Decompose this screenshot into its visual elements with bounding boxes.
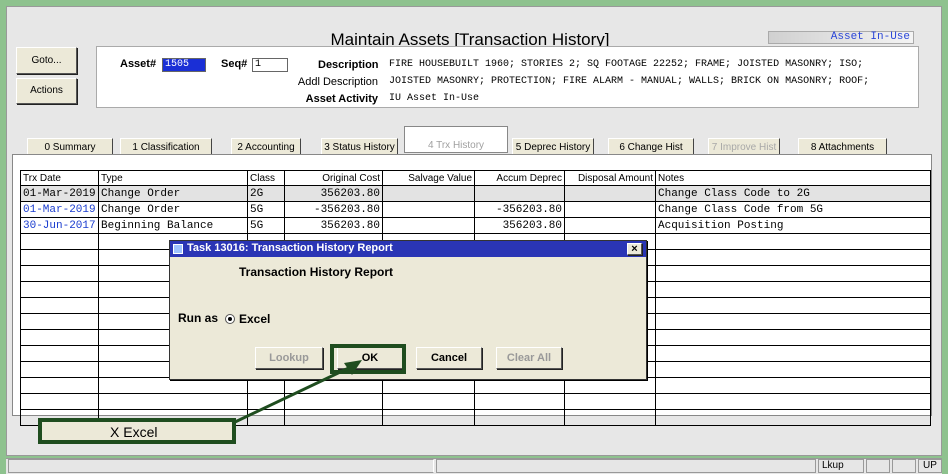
- cell-class[interactable]: 5G: [247, 217, 285, 234]
- cell-accum-deprec[interactable]: -356203.80: [474, 201, 565, 218]
- cell-original-cost[interactable]: 356203.80: [284, 185, 383, 202]
- table-row[interactable]: 30-Jun-2017 Beginning Balance 5G 356203.…: [20, 217, 931, 234]
- header-notes[interactable]: Notes: [655, 170, 931, 186]
- cell-accum-deprec[interactable]: [474, 185, 565, 202]
- cell-original-cost[interactable]: -356203.80: [284, 201, 383, 218]
- cell-class[interactable]: 2G: [247, 185, 285, 202]
- header-accum-deprec[interactable]: Accum Deprec: [474, 170, 565, 186]
- dialog-heading: Transaction History Report: [239, 265, 394, 279]
- cell-accum-deprec[interactable]: 356203.80: [474, 217, 565, 234]
- status-cell: [866, 459, 890, 473]
- addl-description-label: Addl Description: [297, 76, 378, 88]
- cell-salvage-value[interactable]: [382, 201, 475, 218]
- cell-notes[interactable]: Change Class Code from 5G: [655, 201, 931, 218]
- seq-number-field[interactable]: 1: [252, 58, 288, 72]
- tab-trx-history[interactable]: 4 Trx History: [404, 126, 508, 153]
- excel-radio[interactable]: [225, 314, 235, 324]
- dialog-app-icon: [173, 244, 183, 254]
- radio-dot-icon: [228, 317, 232, 321]
- header-class[interactable]: Class: [247, 170, 285, 186]
- excel-callout: X Excel: [38, 418, 236, 444]
- cell-disposal-amount[interactable]: [564, 185, 656, 202]
- goto-button[interactable]: Goto...: [16, 47, 77, 74]
- cell-date[interactable]: 30-Jun-2017: [20, 217, 99, 234]
- header-disposal-amount[interactable]: Disposal Amount: [564, 170, 656, 186]
- asset-activity-value: IU Asset In-Use: [389, 93, 480, 104]
- cell-date[interactable]: 01-Mar-2019: [20, 185, 99, 202]
- cell-type[interactable]: Change Order: [98, 201, 248, 218]
- dialog-close-button[interactable]: ×: [627, 243, 642, 255]
- cell-notes[interactable]: Change Class Code to 2G: [655, 185, 931, 202]
- cell-date[interactable]: 01-Mar-2019: [20, 201, 99, 218]
- cell-disposal-amount[interactable]: [564, 217, 656, 234]
- cell-salvage-value[interactable]: [382, 217, 475, 234]
- cell-notes[interactable]: Acquisition Posting: [655, 217, 931, 234]
- table-header-row: Trx Date Type Class Original Cost Salvag…: [20, 170, 931, 186]
- description-label: Description: [318, 59, 379, 71]
- dialog-title: Task 13016: Transaction History Report: [187, 242, 393, 254]
- cell-type[interactable]: Change Order: [98, 185, 248, 202]
- callout-text: X Excel: [110, 424, 158, 440]
- description-value: FIRE HOUSEBUILT 1960; STORIES 2; SQ FOOT…: [389, 59, 864, 70]
- seq-label: Seq#: [221, 58, 248, 70]
- run-as-label: Run as: [178, 311, 219, 325]
- status-cell: [892, 459, 916, 473]
- table-row[interactable]: 01-Mar-2019 Change Order 2G 356203.80 Ch…: [20, 185, 931, 202]
- lookup-indicator: Lkup: [818, 459, 864, 473]
- clear-all-button[interactable]: Clear All: [496, 347, 562, 369]
- addl-description-value: JOISTED MASONRY; PROTECTION; FIRE ALARM …: [389, 76, 870, 87]
- cell-disposal-amount[interactable]: [564, 201, 656, 218]
- header-trx-date[interactable]: Trx Date: [20, 170, 99, 186]
- cancel-button[interactable]: Cancel: [416, 347, 482, 369]
- table-row-empty[interactable]: [20, 393, 931, 410]
- status-cell: [436, 459, 816, 473]
- asset-number-field[interactable]: 1505: [162, 58, 206, 72]
- cell-type[interactable]: Beginning Balance: [98, 217, 248, 234]
- asset-label: Asset#: [120, 58, 157, 70]
- table-row[interactable]: 01-Mar-2019 Change Order 5G -356203.80 -…: [20, 201, 931, 218]
- up-indicator: UP: [918, 459, 942, 473]
- asset-activity-label: Asset Activity: [305, 93, 378, 105]
- excel-radio-label[interactable]: Excel: [239, 312, 270, 326]
- status-cell: [8, 459, 434, 473]
- dialog-titlebar: Task 13016: Transaction History Report ×: [170, 241, 646, 257]
- status-badge: Asset In-Use: [768, 31, 914, 44]
- header-type[interactable]: Type: [98, 170, 248, 186]
- actions-button[interactable]: Actions: [16, 78, 77, 104]
- cell-salvage-value[interactable]: [382, 185, 475, 202]
- cell-class[interactable]: 5G: [247, 201, 285, 218]
- header-salvage-value[interactable]: Salvage Value: [382, 170, 475, 186]
- header-original-cost[interactable]: Original Cost: [284, 170, 383, 186]
- cell-original-cost[interactable]: 356203.80: [284, 217, 383, 234]
